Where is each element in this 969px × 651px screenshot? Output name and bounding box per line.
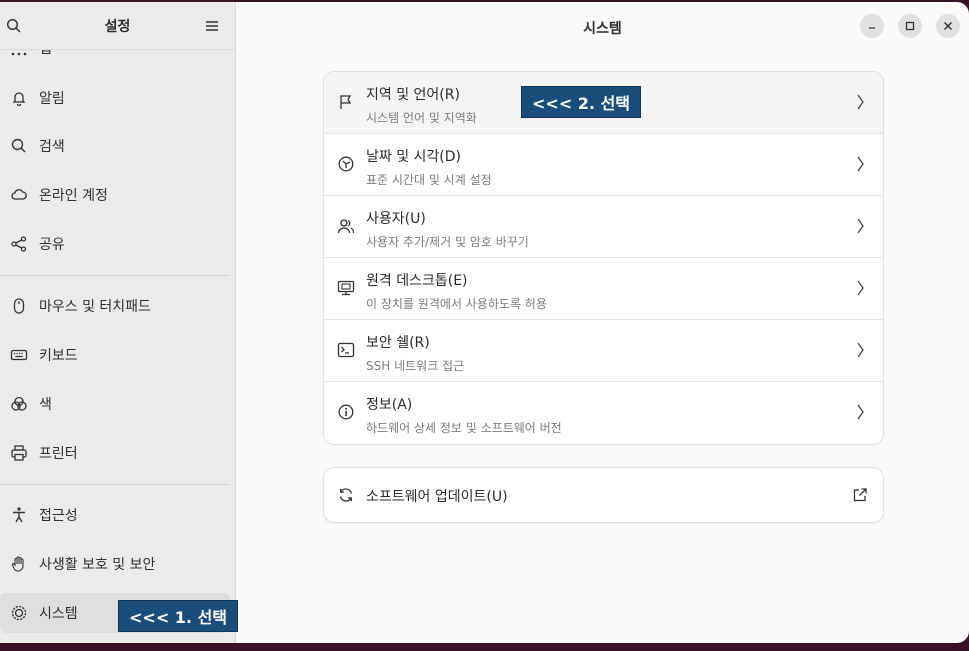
- hand-icon: [10, 555, 28, 573]
- row-subtitle: 시스템 언어 및 지역화: [366, 111, 477, 125]
- row-users[interactable]: 사용자(U) 사용자 추가/제거 및 암호 바꾸기: [324, 196, 883, 258]
- row-title: 소프트웨어 업데이트(U): [366, 489, 508, 505]
- hamburger-icon: [206, 21, 218, 31]
- software-update-card: 소프트웨어 업데이트(U): [324, 468, 883, 522]
- sidebar: 설정 앱 알림 검색 온라인 계정: [0, 2, 239, 643]
- sidebar-item-privacy[interactable]: 사생활 보호 및 보안: [0, 544, 230, 584]
- sidebar-item-search[interactable]: 검색: [0, 126, 230, 166]
- apps-icon: [10, 50, 28, 57]
- close-icon: [943, 21, 953, 31]
- sidebar-item-mouse[interactable]: 마우스 및 터치패드: [0, 286, 230, 326]
- sidebar-item-apps[interactable]: 앱: [0, 50, 230, 68]
- maximize-icon: [905, 21, 915, 31]
- chevron-right-icon: [857, 280, 864, 296]
- bell-icon: [10, 89, 28, 107]
- accessibility-icon: [10, 506, 28, 524]
- minimize-icon: [869, 27, 875, 29]
- sidebar-header: 설정: [0, 2, 235, 50]
- search-icon: [10, 137, 28, 155]
- row-about[interactable]: 정보(A) 하드웨어 상세 정보 및 소프트웨어 버전: [324, 382, 883, 444]
- sidebar-item-color[interactable]: 색: [0, 384, 230, 424]
- main-panel: 시스템 지역 및 언어(R) 시스템 언어 및 지역화 날짜 및 시각(D) 표…: [236, 2, 969, 643]
- color-icon: [10, 395, 28, 413]
- refresh-icon: [337, 486, 355, 504]
- chevron-right-icon: [857, 218, 864, 234]
- row-title: 원격 데스크톱(E): [366, 273, 468, 289]
- callout-step-2: <<< 2. 선택: [521, 86, 642, 118]
- sidebar-item-label: 키보드: [39, 348, 78, 364]
- sidebar-item-notifications[interactable]: 알림: [0, 78, 230, 118]
- sidebar-item-label: 프린터: [39, 446, 78, 462]
- sidebar-item-label: 시스템: [39, 606, 78, 622]
- sidebar-item-label: 앱: [39, 50, 52, 58]
- share-icon: [10, 235, 28, 253]
- row-title: 보안 쉘(R): [366, 335, 430, 351]
- chevron-right-icon: [857, 342, 864, 358]
- row-remote-desktop[interactable]: 원격 데스크톱(E) 이 장치를 원격에서 사용하도록 허용: [324, 258, 883, 320]
- sidebar-item-label: 온라인 계정: [39, 188, 108, 204]
- settings-window: 설정 앱 알림 검색 온라인 계정: [0, 2, 969, 643]
- sidebar-item-label: 접근성: [39, 508, 78, 524]
- chevron-right-icon: [857, 156, 864, 172]
- row-subtitle: SSH 네트워크 접근: [366, 359, 465, 373]
- clock-icon: [337, 155, 355, 173]
- sidebar-item-keyboard[interactable]: 키보드: [0, 335, 230, 375]
- row-date-time[interactable]: 날짜 및 시각(D) 표준 시간대 및 시계 설정: [324, 134, 883, 196]
- cloud-icon: [10, 186, 28, 204]
- sidebar-item-label: 검색: [39, 139, 65, 155]
- row-subtitle: 하드웨어 상세 정보 및 소프트웨어 버전: [366, 421, 562, 435]
- sidebar-divider: [0, 484, 230, 485]
- flag-icon: [337, 93, 355, 111]
- sidebar-item-accessibility[interactable]: 접근성: [0, 495, 230, 535]
- external-link-icon: [853, 488, 867, 502]
- sidebar-divider: [0, 275, 230, 276]
- remote-desktop-icon: [337, 279, 355, 297]
- close-button[interactable]: [936, 14, 960, 38]
- terminal-icon: [337, 341, 355, 359]
- row-title: 날짜 및 시각(D): [366, 149, 462, 165]
- sidebar-item-label: 색: [39, 397, 52, 413]
- sidebar-item-label: 사생활 보호 및 보안: [39, 557, 156, 573]
- sidebar-item-printers[interactable]: 프린터: [0, 433, 230, 473]
- row-title: 지역 및 언어(R): [366, 87, 460, 103]
- row-subtitle: 사용자 추가/제거 및 암호 바꾸기: [366, 235, 529, 249]
- minimize-button[interactable]: [860, 14, 884, 38]
- row-subtitle: 이 장치를 원격에서 사용하도록 허용: [366, 297, 547, 311]
- row-subtitle: 표준 시간대 및 시계 설정: [366, 173, 492, 187]
- info-icon: [337, 403, 355, 421]
- maximize-button[interactable]: [898, 14, 922, 38]
- chevron-right-icon: [857, 94, 864, 110]
- sidebar-item-label: 알림: [39, 91, 65, 107]
- printer-icon: [10, 444, 28, 462]
- gear-icon: [10, 604, 28, 622]
- callout-step-1: <<< 1. 선택: [118, 600, 239, 632]
- row-software-update[interactable]: 소프트웨어 업데이트(U): [324, 468, 883, 522]
- menu-button[interactable]: [200, 14, 224, 38]
- sidebar-item-sharing[interactable]: 공유: [0, 224, 230, 264]
- keyboard-icon: [10, 346, 28, 364]
- row-title: 사용자(U): [366, 211, 426, 227]
- row-secure-shell[interactable]: 보안 쉘(R) SSH 네트워크 접근: [324, 320, 883, 382]
- row-title: 정보(A): [366, 397, 413, 413]
- system-settings-list: 지역 및 언어(R) 시스템 언어 및 지역화 날짜 및 시각(D) 표준 시간…: [324, 72, 883, 444]
- chevron-right-icon: [857, 404, 864, 420]
- users-icon: [337, 217, 355, 235]
- sidebar-item-label: 공유: [39, 237, 65, 253]
- sidebar-item-label: 마우스 및 터치패드: [39, 299, 151, 315]
- sidebar-item-online-accounts[interactable]: 온라인 계정: [0, 175, 230, 215]
- sidebar-list: 앱 알림 검색 온라인 계정 공유 마우스 및 터치패드: [0, 50, 235, 643]
- mouse-icon: [10, 297, 28, 315]
- page-title: 시스템: [583, 21, 622, 37]
